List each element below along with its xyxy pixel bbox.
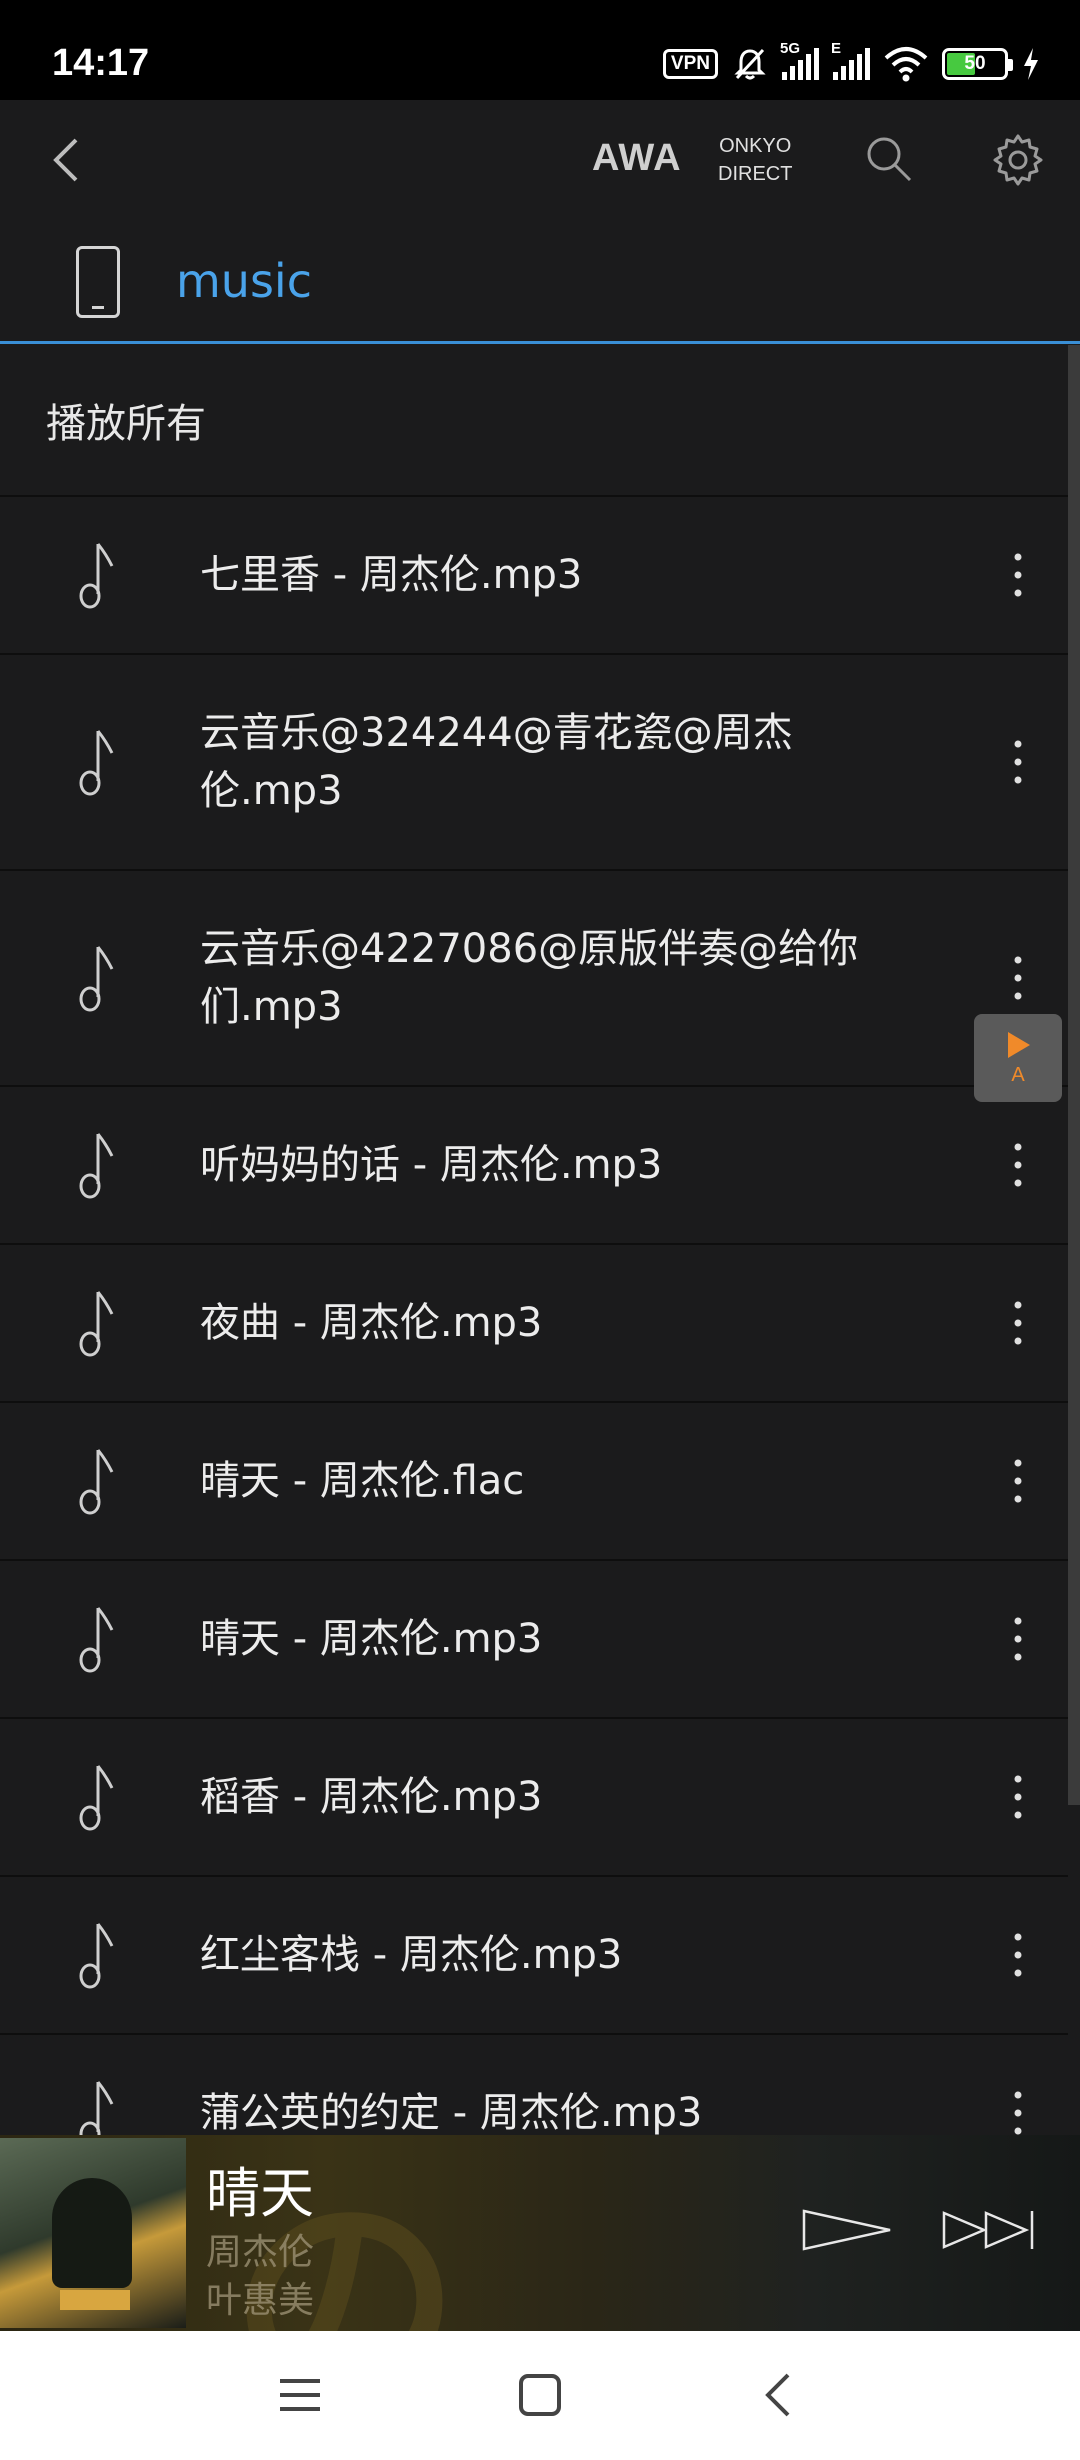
- more-vert-icon[interactable]: [1000, 1920, 1036, 1990]
- music-note-icon: [79, 946, 114, 1012]
- onkyo-label: ONKYO: [719, 135, 792, 157]
- scrollbar[interactable]: [1068, 345, 1080, 1805]
- track-name: 晴天 - 周杰伦.mp3: [200, 1616, 543, 1662]
- track-name: 稻香 - 周杰伦.mp3: [200, 1774, 543, 1820]
- app-bar: AWA ONKYO DIRECT: [0, 100, 1080, 222]
- phone-storage-icon[interactable]: [76, 246, 120, 318]
- now-playing-title: 晴天: [206, 2162, 314, 2225]
- bell-muted-icon: [734, 48, 766, 80]
- more-vert-icon[interactable]: [1000, 1130, 1036, 1200]
- list-item[interactable]: 稻香 - 周杰伦.mp3: [0, 1719, 1068, 1877]
- list-item[interactable]: 听妈妈的话 - 周杰伦.mp3: [0, 1087, 1068, 1245]
- track-name: 红尘客栈 - 周杰伦.mp3: [200, 1932, 623, 1978]
- more-vert-icon[interactable]: [1000, 540, 1036, 610]
- onkyo-direct-button[interactable]: ONKYO DIRECT: [718, 132, 792, 188]
- track-list: 播放所有 七里香 - 周杰伦.mp3 云音乐@324244@青花瓷@周杰伦.mp…: [0, 345, 1068, 2135]
- album-cover[interactable]: [0, 2138, 186, 2328]
- music-note-icon: [79, 1291, 114, 1357]
- floating-button-label: A: [1011, 1064, 1025, 1086]
- music-note-icon: [79, 730, 114, 796]
- list-item[interactable]: 晴天 - 周杰伦.mp3: [0, 1561, 1068, 1719]
- now-playing-album: 叶惠美: [206, 2280, 315, 2321]
- track-name: 云音乐@4227086@原版伴奏@给你们.mp3: [200, 926, 859, 1030]
- more-vert-icon[interactable]: [1000, 1288, 1036, 1358]
- charging-icon: [1024, 48, 1038, 80]
- battery-icon: 50: [942, 48, 1013, 80]
- more-vert-icon[interactable]: [1000, 2078, 1036, 2135]
- track-name: 夜曲 - 周杰伦.mp3: [200, 1300, 543, 1346]
- floating-play-button[interactable]: A: [974, 1014, 1062, 1102]
- play-all-button[interactable]: 播放所有: [0, 345, 1068, 497]
- nav-back-icon[interactable]: [752, 2367, 808, 2423]
- list-item[interactable]: 云音乐@324244@青花瓷@周杰伦.mp3: [0, 655, 1068, 871]
- list-item[interactable]: 云音乐@4227086@原版伴奏@给你们.mp3: [0, 871, 1068, 1087]
- awa-button[interactable]: AWA: [592, 137, 682, 180]
- track-name: 听妈妈的话 - 周杰伦.mp3: [200, 1142, 663, 1188]
- music-note-icon: [79, 1765, 114, 1831]
- play-icon[interactable]: [800, 2205, 896, 2255]
- play-icon: [1008, 1032, 1030, 1058]
- music-note-icon: [79, 1449, 114, 1515]
- track-name: 云音乐@324244@青花瓷@周杰伦.mp3: [200, 710, 793, 814]
- search-icon[interactable]: [862, 132, 918, 188]
- back-icon[interactable]: [40, 130, 100, 190]
- signal-e-icon: E: [831, 40, 870, 80]
- list-item[interactable]: 蒲公英的约定 - 周杰伦.mp3: [0, 2035, 1068, 2135]
- status-bar: 14:17 VPN 5G E 50: [0, 0, 1080, 100]
- direct-label: DIRECT: [718, 163, 793, 185]
- mini-player[interactable]: の 晴天 周杰伦 叶惠美: [0, 2135, 1080, 2331]
- menu-icon[interactable]: [272, 2367, 328, 2423]
- more-vert-icon[interactable]: [1000, 1762, 1036, 1832]
- music-note-icon: [79, 1133, 114, 1199]
- more-vert-icon[interactable]: [1000, 1446, 1036, 1516]
- status-time: 14:17: [52, 42, 150, 84]
- list-item[interactable]: 七里香 - 周杰伦.mp3: [0, 497, 1068, 655]
- music-note-icon: [79, 2081, 114, 2135]
- signal-5g-icon: 5G: [780, 40, 819, 80]
- more-vert-icon[interactable]: [1000, 1604, 1036, 1674]
- track-name: 蒲公英的约定 - 周杰伦.mp3: [200, 2090, 703, 2135]
- wifi-icon: [884, 47, 928, 82]
- system-nav-bar: [0, 2331, 1080, 2460]
- music-note-icon: [79, 543, 114, 609]
- more-vert-icon[interactable]: [1000, 727, 1036, 797]
- list-item[interactable]: 晴天 - 周杰伦.flac: [0, 1403, 1068, 1561]
- vpn-badge: VPN: [662, 49, 718, 79]
- music-note-icon: [79, 1607, 114, 1673]
- track-name: 七里香 - 周杰伦.mp3: [200, 552, 583, 598]
- list-item[interactable]: 红尘客栈 - 周杰伦.mp3: [0, 1877, 1068, 2035]
- more-vert-icon[interactable]: [1000, 943, 1036, 1013]
- skip-next-icon[interactable]: [940, 2205, 1040, 2255]
- track-name: 晴天 - 周杰伦.flac: [200, 1458, 525, 1504]
- location-bar: music: [0, 222, 1080, 344]
- status-icons: VPN 5G E 50: [662, 40, 1040, 84]
- music-note-icon: [79, 1923, 114, 1989]
- folder-title: music: [176, 254, 313, 308]
- list-item[interactable]: 夜曲 - 周杰伦.mp3: [0, 1245, 1068, 1403]
- gear-icon[interactable]: [990, 132, 1046, 188]
- now-playing-artist: 周杰伦: [206, 2232, 315, 2273]
- home-icon[interactable]: [512, 2367, 568, 2423]
